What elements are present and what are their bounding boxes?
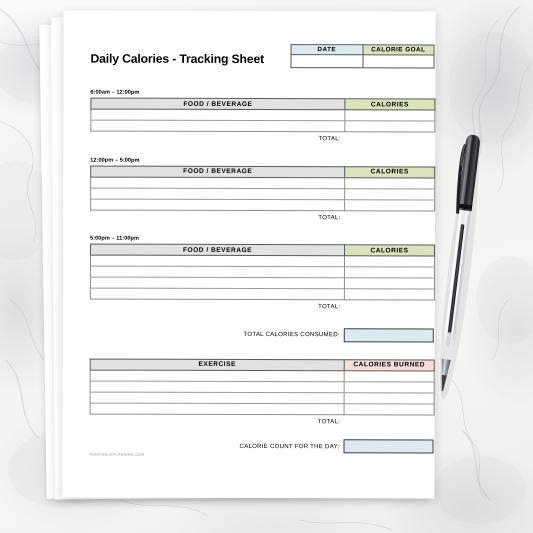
date-goal-table: DATE CALORIE GOAL xyxy=(290,44,435,68)
food-entry-cell[interactable] xyxy=(90,176,345,189)
total-value-box[interactable] xyxy=(344,210,435,225)
total-row-exercise: TOTAL: xyxy=(90,414,435,429)
calories-entry-cell[interactable] xyxy=(344,177,435,189)
calories-entry-cell[interactable] xyxy=(344,266,435,278)
exercise-entry-cell[interactable] xyxy=(90,369,345,382)
total-calories-consumed-label: TOTAL CALORIES CONSUMED: xyxy=(243,330,340,339)
calories-burned-header: CALORIES BURNED xyxy=(344,359,435,371)
food-entry-cell[interactable] xyxy=(90,120,345,132)
total-label: TOTAL: xyxy=(318,303,341,311)
total-value-box[interactable] xyxy=(344,299,435,314)
food-table-header-row: FOOD / BEVERAGE CALORIES xyxy=(90,98,435,110)
total-label: TOTAL: xyxy=(318,213,341,221)
table-row[interactable] xyxy=(90,120,435,132)
exercise-header-row: EXERCISE CALORIES BURNED xyxy=(90,358,435,371)
exercise-entry-cell[interactable] xyxy=(90,402,345,415)
calories-entry-cell[interactable] xyxy=(344,109,435,121)
date-goal-header-row: DATE CALORIE GOAL xyxy=(291,44,435,55)
exercise-section: EXERCISE CALORIES BURNED TOTAL: xyxy=(90,358,435,429)
table-row[interactable] xyxy=(90,380,435,393)
total-value-box[interactable] xyxy=(344,414,435,429)
watermark: PRINTABLEPLANNING.COM xyxy=(89,452,145,457)
table-row[interactable] xyxy=(90,402,435,415)
table-row[interactable] xyxy=(90,288,435,300)
calories-entry-cell[interactable] xyxy=(344,288,435,300)
table-row[interactable] xyxy=(90,255,435,267)
calories-entry-cell[interactable] xyxy=(344,255,435,267)
exercise-entry-cell[interactable] xyxy=(90,391,345,404)
food-entry-cell[interactable] xyxy=(90,109,345,121)
table-row[interactable] xyxy=(90,109,435,121)
calories-header: CALORIES xyxy=(344,98,435,110)
meal-section-evening: 5:00pm – 11:00pm FOOD / BEVERAGE CALORIE… xyxy=(90,235,435,314)
calories-header: CALORIES xyxy=(344,244,435,256)
table-row[interactable] xyxy=(90,391,435,404)
total-row-evening: TOTAL: xyxy=(90,299,435,314)
food-entry-cell[interactable] xyxy=(90,255,345,267)
food-table-afternoon: FOOD / BEVERAGE CALORIES TOTAL: xyxy=(90,165,435,225)
food-entry-cell[interactable] xyxy=(90,266,345,278)
calorie-goal-input-cell[interactable] xyxy=(362,54,435,68)
calories-entry-cell[interactable] xyxy=(344,188,435,200)
calories-burned-entry-cell[interactable] xyxy=(344,392,435,404)
food-entry-cell[interactable] xyxy=(90,277,345,289)
calories-header: CALORIES xyxy=(344,166,435,178)
exercise-table: EXERCISE CALORIES BURNED TOTAL: xyxy=(90,358,435,429)
date-header: DATE xyxy=(291,44,363,55)
sheet-header: Daily Calories - Tracking Sheet DATE CAL… xyxy=(90,44,435,79)
calories-entry-cell[interactable] xyxy=(344,120,435,132)
table-row[interactable] xyxy=(90,369,435,382)
total-calories-consumed-row: TOTAL CALORIES CONSUMED: xyxy=(90,327,434,342)
total-value-box[interactable] xyxy=(344,131,435,146)
table-row[interactable] xyxy=(90,187,435,200)
calories-burned-entry-cell[interactable] xyxy=(344,381,435,393)
meal-section-morning: 6:00am – 12:00pm FOOD / BEVERAGE CALORIE… xyxy=(90,89,435,146)
total-label: TOTAL: xyxy=(318,135,341,143)
date-input-cell[interactable] xyxy=(290,54,363,68)
tracking-sheet-content: Daily Calories - Tracking Sheet DATE CAL… xyxy=(89,44,435,457)
total-row-afternoon: TOTAL: xyxy=(91,210,435,225)
food-entry-cell[interactable] xyxy=(90,288,345,300)
calorie-count-day-box[interactable] xyxy=(343,439,434,454)
food-beverage-header: FOOD / BEVERAGE xyxy=(90,165,345,178)
exercise-header: EXERCISE xyxy=(90,358,345,371)
food-beverage-header: FOOD / BEVERAGE xyxy=(90,244,345,256)
time-label-afternoon: 12:00pm – 5:00pm xyxy=(90,157,140,164)
table-row[interactable] xyxy=(90,176,435,189)
date-goal-input-row xyxy=(290,54,435,68)
food-table-header-row: FOOD / BEVERAGE CALORIES xyxy=(90,165,435,178)
table-row[interactable] xyxy=(90,277,435,289)
table-row[interactable] xyxy=(90,198,435,211)
calorie-goal-header: CALORIE GOAL xyxy=(362,44,435,55)
time-label-evening: 5:00pm – 11:00pm xyxy=(90,235,140,242)
time-label-morning: 6:00am – 12:00pm xyxy=(90,89,140,96)
food-table-evening: FOOD / BEVERAGE CALORIES TOTAL: xyxy=(90,244,435,314)
food-entry-cell[interactable] xyxy=(90,187,345,200)
food-entry-cell[interactable] xyxy=(90,198,345,211)
paper-sheet-front[interactable]: Daily Calories - Tracking Sheet DATE CAL… xyxy=(62,10,436,499)
food-table-morning: FOOD / BEVERAGE CALORIES TOTAL: xyxy=(90,98,435,146)
total-calories-consumed-box[interactable] xyxy=(343,327,434,342)
total-row-morning: TOTAL: xyxy=(91,131,435,146)
food-beverage-header: FOOD / BEVERAGE xyxy=(90,98,345,110)
table-row[interactable] xyxy=(90,266,435,278)
food-table-header-row: FOOD / BEVERAGE CALORIES xyxy=(90,244,435,256)
calories-entry-cell[interactable] xyxy=(344,277,435,289)
total-label: TOTAL: xyxy=(317,417,341,425)
meal-section-afternoon: 12:00pm – 5:00pm FOOD / BEVERAGE CALORIE… xyxy=(90,157,435,225)
calories-burned-entry-cell[interactable] xyxy=(344,370,435,382)
exercise-entry-cell[interactable] xyxy=(90,380,345,393)
calories-burned-entry-cell[interactable] xyxy=(344,403,435,415)
page-title: Daily Calories - Tracking Sheet xyxy=(90,51,265,67)
calorie-count-day-label: CALORIE COUNT FOR THE DAY: xyxy=(239,442,340,450)
calorie-count-day-row: CALORIE COUNT FOR THE DAY: xyxy=(89,439,434,454)
calories-entry-cell[interactable] xyxy=(344,199,435,211)
